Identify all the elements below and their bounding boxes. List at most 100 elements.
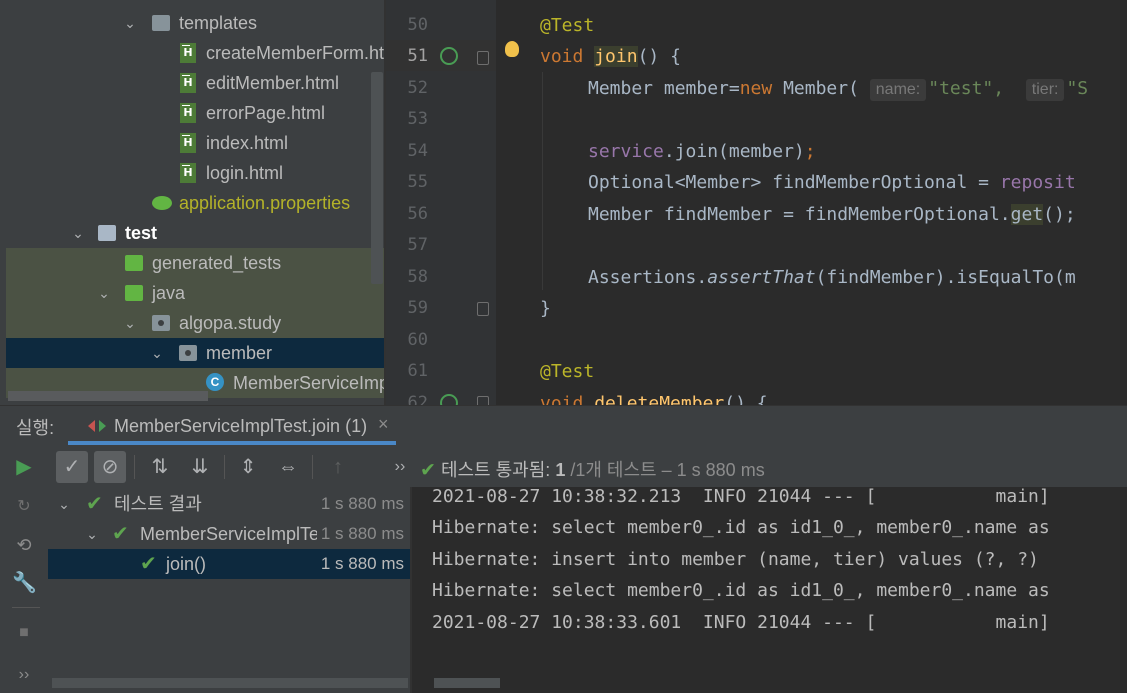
package-icon bbox=[179, 345, 197, 361]
test-label: 테스트 결과 bbox=[114, 494, 202, 514]
tree-item-label: java bbox=[152, 283, 186, 303]
test-duration: 1 s 880 ms bbox=[320, 494, 404, 513]
chevron-down-icon[interactable]: ⌄ bbox=[56, 489, 72, 519]
tree-item-label: index.html bbox=[206, 133, 289, 153]
line-number: 56 bbox=[407, 204, 428, 224]
class-icon: C bbox=[206, 373, 224, 391]
line-number: 57 bbox=[407, 235, 428, 255]
passed-check-icon: ✔ bbox=[420, 460, 436, 481]
collapse-all-icon[interactable]: ⇔ bbox=[272, 451, 304, 483]
show-passed-icon[interactable]: ✓ bbox=[56, 451, 88, 483]
test-row-root[interactable]: ⌄ ✔ 테스트 결과 1 s 880 ms bbox=[48, 489, 410, 519]
run-side-toolbar: ▶ ↻ ⟲ 🔧 ■ ›› bbox=[0, 447, 49, 693]
tree-item-label: member bbox=[206, 343, 273, 363]
tree-item-application-properties[interactable]: application.properties bbox=[6, 188, 384, 218]
tree-item-member[interactable]: ⌄ member bbox=[6, 338, 384, 368]
chevron-down-icon[interactable]: ⌄ bbox=[149, 338, 165, 368]
passed-check-icon: ✔ bbox=[86, 493, 103, 515]
rerun-icon[interactable]: ▶ bbox=[12, 455, 36, 479]
passed-check-icon: ✔ bbox=[140, 553, 157, 575]
tree-item-label: createMemberForm.html bbox=[206, 43, 384, 63]
tree-item-label: errorPage.html bbox=[206, 103, 326, 123]
html-file-icon: H bbox=[180, 163, 196, 183]
toggle-auto-test-icon[interactable]: ⟲ bbox=[12, 533, 36, 557]
code-line-59: } bbox=[540, 298, 551, 319]
chevron-down-icon[interactable]: ⌄ bbox=[122, 308, 138, 338]
line-numbers: 50 51 52 53 54 55 56 57 58 59 60 61 62 bbox=[386, 10, 496, 413]
chevron-down-icon[interactable]: ⌄ bbox=[122, 8, 138, 38]
code-line-51: void join() { bbox=[540, 46, 681, 67]
active-tab-indicator bbox=[68, 441, 396, 445]
tree-item-login[interactable]: H login.html bbox=[6, 158, 384, 188]
project-tree-scrollbar[interactable] bbox=[371, 72, 383, 284]
code-line-58: Assertions.assertThat(findMember).isEqua… bbox=[588, 267, 1076, 288]
tree-item-java[interactable]: ⌄ java bbox=[6, 278, 384, 308]
console-hscrollbar[interactable] bbox=[434, 678, 500, 688]
test-tree-hscrollbar[interactable] bbox=[52, 678, 408, 688]
line-number: 52 bbox=[407, 78, 428, 98]
html-file-icon: H bbox=[180, 103, 196, 123]
code-line-61: @Test bbox=[540, 361, 595, 382]
line-number: 54 bbox=[407, 141, 428, 161]
line-number: 61 bbox=[407, 361, 428, 381]
line-number: 60 bbox=[407, 330, 428, 350]
stop-icon[interactable]: ■ bbox=[12, 621, 36, 645]
rerun-failed-icon[interactable]: ↻ bbox=[12, 495, 36, 519]
console-line: 2021-08-27 10:38:33.601 INFO 21044 --- [… bbox=[432, 612, 1050, 633]
close-icon[interactable]: × bbox=[378, 414, 389, 435]
tree-item-editmember[interactable]: H editMember.html bbox=[6, 68, 384, 98]
sort-duration-icon[interactable]: ⇊ bbox=[184, 451, 216, 483]
param-hint: tier: bbox=[1025, 79, 1065, 101]
tree-item-test[interactable]: ⌄ test bbox=[6, 218, 384, 248]
passed-check-icon: ✔ bbox=[112, 523, 129, 545]
tree-item-generated-tests[interactable]: generated_tests bbox=[6, 248, 384, 278]
line-number: 59 bbox=[407, 298, 428, 318]
code-lines[interactable]: @Test void join() { Member member=new Me… bbox=[496, 10, 1127, 405]
console-output[interactable]: 2021-08-27 10:38:32.213 INFO 21044 --- [… bbox=[412, 487, 1127, 693]
previous-test-icon[interactable]: ↑ bbox=[322, 451, 354, 483]
expand-all-icon[interactable]: ⇕ bbox=[232, 451, 264, 483]
tree-item-algopa-study[interactable]: ⌄ algopa.study bbox=[6, 308, 384, 338]
console-line: 2021-08-27 10:38:32.213 INFO 21044 --- [… bbox=[432, 487, 1050, 507]
test-results-tree: ⌄ ✔ 테스트 결과 1 s 880 ms ⌄ ✔ MemberServiceI… bbox=[48, 487, 410, 693]
code-line-56: Member findMember = findMemberOptional.g… bbox=[588, 204, 1076, 225]
fold-icon[interactable] bbox=[477, 51, 489, 65]
line-number: 51 bbox=[407, 46, 428, 66]
chevron-down-icon[interactable]: ⌄ bbox=[84, 519, 100, 549]
line-number: 53 bbox=[407, 109, 428, 129]
show-ignored-icon[interactable]: ⊘ bbox=[94, 451, 126, 483]
tree-item-templates[interactable]: ⌄ templates bbox=[6, 8, 384, 38]
spring-leaf-icon bbox=[152, 196, 172, 210]
html-file-icon: H bbox=[180, 73, 196, 93]
chevron-down-icon[interactable]: ⌄ bbox=[96, 278, 112, 308]
test-row-class[interactable]: ⌄ ✔ MemberServiceImplTe 1 s 880 ms bbox=[48, 519, 410, 549]
project-tree-hscrollbar[interactable] bbox=[8, 391, 208, 401]
test-duration: 1 s 880 ms bbox=[320, 554, 404, 573]
code-line-62: void deleteMember() { bbox=[540, 393, 768, 405]
tree-item-label: generated_tests bbox=[152, 253, 282, 273]
tree-item-label: login.html bbox=[206, 163, 284, 183]
test-label: join() bbox=[166, 554, 207, 574]
console-line: Hibernate: select member0_.id as id1_0_,… bbox=[432, 517, 1050, 538]
project-tree: ⌄ templates H createMemberForm.html H ed… bbox=[6, 0, 384, 405]
more-icon[interactable]: ›› bbox=[12, 663, 36, 687]
fold-icon[interactable] bbox=[477, 302, 489, 316]
run-tab-label[interactable]: MemberServiceImplTest.join (1) bbox=[114, 416, 367, 437]
tree-item-errorpage[interactable]: H errorPage.html bbox=[6, 98, 384, 128]
test-duration: 1 s 880 ms bbox=[316, 519, 404, 549]
sort-alpha-icon[interactable]: ⇅ bbox=[144, 451, 176, 483]
tree-item-createmember[interactable]: H createMemberForm.html bbox=[6, 38, 384, 68]
console-line: Hibernate: insert into member (name, tie… bbox=[432, 549, 1039, 570]
package-icon bbox=[152, 315, 170, 331]
test-row-join[interactable]: ✔ join() 1 s 880 ms bbox=[48, 549, 410, 579]
chevron-down-icon[interactable]: ⌄ bbox=[70, 218, 86, 248]
line-number: 58 bbox=[407, 267, 428, 287]
more-icon[interactable]: ›› bbox=[384, 451, 416, 483]
run-test-icon[interactable] bbox=[440, 47, 458, 65]
wrench-icon[interactable]: 🔧 bbox=[12, 571, 37, 595]
test-label: MemberServiceImplTe bbox=[140, 524, 320, 544]
test-config-icon bbox=[88, 418, 106, 434]
tree-item-label: editMember.html bbox=[206, 73, 340, 93]
tree-item-index[interactable]: H index.html bbox=[6, 128, 384, 158]
line-number: 50 bbox=[407, 15, 428, 35]
